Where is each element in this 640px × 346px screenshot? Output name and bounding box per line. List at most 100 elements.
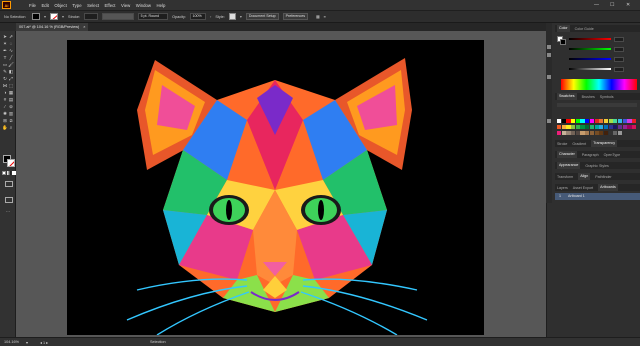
color-swatch[interactable] xyxy=(617,130,623,136)
tab-pathfinder[interactable]: Pathfinder xyxy=(595,175,611,179)
color-swatch[interactable] xyxy=(603,124,609,130)
color-panel-icon[interactable] xyxy=(547,45,551,49)
color-slider-g[interactable] xyxy=(569,46,624,52)
artboard-list-row[interactable]: 1 Artboard 1 xyxy=(555,193,640,200)
tab-color[interactable]: Color xyxy=(557,25,570,32)
color-swatch[interactable] xyxy=(557,119,562,124)
menu-file[interactable]: File xyxy=(29,3,36,8)
tab-graphic-styles[interactable]: Graphic Styles xyxy=(585,164,608,168)
document-setup-button[interactable]: Document Setup xyxy=(245,13,279,20)
color-swatch[interactable] xyxy=(627,124,632,130)
gradient-tool-icon[interactable]: ▤ xyxy=(8,97,14,103)
zoom-chevron-down-icon[interactable]: ▾ xyxy=(26,340,28,345)
color-swatch[interactable] xyxy=(627,119,632,124)
color-swatch[interactable] xyxy=(571,124,576,130)
more-tools-icon[interactable]: ··· xyxy=(5,209,11,215)
screen-mode-icon[interactable] xyxy=(5,197,13,203)
close-window-button[interactable]: ✕ xyxy=(626,2,630,8)
menu-window[interactable]: Window xyxy=(136,3,151,8)
tab-stroke[interactable]: Stroke xyxy=(557,142,567,146)
color-swatch[interactable] xyxy=(617,119,623,124)
direct-selection-tool-icon[interactable]: ⇗ xyxy=(8,34,14,40)
document-tab[interactable]: 007.ai* @ 104.16 % (RGB/Preview) × xyxy=(16,23,89,31)
color-swatch[interactable] xyxy=(585,124,590,130)
color-swatch[interactable] xyxy=(557,124,562,130)
gradient-mode-icon[interactable] xyxy=(7,171,11,175)
brush-definition[interactable]: 5 pt. Round xyxy=(138,13,169,20)
color-swatch[interactable] xyxy=(622,119,627,124)
swatches-panel-icon[interactable] xyxy=(547,119,551,123)
paintbrush-icon[interactable]: 🖌 xyxy=(8,62,14,68)
color-swatch[interactable] xyxy=(608,119,613,124)
lasso-icon[interactable]: ◌ xyxy=(8,41,14,47)
preferences-button[interactable]: Preferences xyxy=(282,13,309,20)
color-swatch[interactable] xyxy=(571,130,576,136)
tab-opentype[interactable]: OpenType xyxy=(604,153,621,157)
chevron-down-icon[interactable]: ▾ xyxy=(62,14,64,19)
tab-transparency[interactable]: Transparency xyxy=(591,140,618,147)
color-swatch[interactable] xyxy=(566,124,571,130)
color-slider-k[interactable] xyxy=(569,66,624,72)
artboard[interactable] xyxy=(67,40,484,336)
tab-artboards[interactable]: Artboards xyxy=(598,184,618,191)
menu-view[interactable]: View xyxy=(121,3,130,8)
line-tool-icon[interactable]: ╱ xyxy=(8,55,14,61)
color-swatch[interactable] xyxy=(589,124,594,130)
color-swatch[interactable] xyxy=(561,130,566,136)
tab-gradient[interactable]: Gradient xyxy=(572,142,586,146)
draw-mode-icon[interactable] xyxy=(5,181,13,187)
menu-type[interactable]: Type xyxy=(72,3,81,8)
color-swatch[interactable] xyxy=(585,130,590,136)
zoom-tool-icon[interactable]: ⌕ xyxy=(8,125,14,131)
color-swatch[interactable] xyxy=(594,130,599,136)
eraser-icon[interactable]: ◧ xyxy=(8,69,14,75)
tab-layers[interactable]: Layers xyxy=(557,186,568,190)
tab-paragraph[interactable]: Paragraph xyxy=(582,153,599,157)
color-swatch[interactable] xyxy=(575,130,580,136)
stroke-swatch[interactable] xyxy=(50,13,59,20)
tab-color-guide[interactable]: Color Guide xyxy=(575,27,594,31)
stroke-weight-field[interactable] xyxy=(84,13,99,20)
column-graph-icon[interactable]: ▥ xyxy=(8,111,14,117)
menu-select[interactable]: Select xyxy=(87,3,99,8)
color-swatch[interactable] xyxy=(580,124,585,130)
zoom-level[interactable]: 104.16% xyxy=(4,340,19,344)
minimize-button[interactable]: — xyxy=(594,2,599,8)
color-slider-b[interactable] xyxy=(569,56,624,62)
curvature-tool-icon[interactable]: ∿ xyxy=(8,48,14,54)
color-swatch[interactable] xyxy=(599,124,604,130)
perspective-grid-icon[interactable]: ▦ xyxy=(8,90,14,96)
swatch-grid[interactable] xyxy=(557,119,637,137)
scale-tool-icon[interactable]: ⤢ xyxy=(8,76,14,82)
tab-swatches[interactable]: Swatches xyxy=(557,93,577,100)
tab-character[interactable]: Character xyxy=(557,151,577,158)
tab-transform[interactable]: Transform xyxy=(557,175,573,179)
chevron-right-icon[interactable]: › xyxy=(210,14,211,19)
color-swatch[interactable] xyxy=(575,119,580,124)
tab-appearance[interactable]: Appearance xyxy=(557,162,581,169)
color-swatch[interactable] xyxy=(589,119,594,124)
color-swatch[interactable] xyxy=(585,119,590,124)
menu-object[interactable]: Object xyxy=(54,3,66,8)
artboard-nav-icon[interactable]: ◂ 1 ▸ xyxy=(40,340,48,345)
color-slider-r[interactable] xyxy=(569,36,624,42)
menu-edit[interactable]: Edit xyxy=(41,3,48,8)
color-swatch[interactable] xyxy=(599,130,604,136)
tab-align[interactable]: Align xyxy=(578,173,591,180)
color-swatch[interactable] xyxy=(594,119,599,124)
color-mode-icon[interactable] xyxy=(2,171,6,175)
maximize-button[interactable]: ☐ xyxy=(610,2,614,8)
variable-width-profile[interactable] xyxy=(102,13,135,20)
color-swatch[interactable] xyxy=(561,124,566,130)
color-swatch[interactable] xyxy=(632,124,637,130)
brushes-panel-icon[interactable] xyxy=(547,75,551,79)
tab-brushes[interactable]: Brushes xyxy=(582,95,595,99)
blend-tool-icon[interactable]: ⊚ xyxy=(8,104,14,110)
tab-symbols[interactable]: Symbols xyxy=(600,95,614,99)
graphic-style-swatch[interactable] xyxy=(228,13,236,20)
color-swatch[interactable] xyxy=(608,124,613,130)
fill-swatch[interactable] xyxy=(32,13,40,20)
slice-tool-icon[interactable]: ⧄ xyxy=(8,118,14,124)
menu-effect[interactable]: Effect xyxy=(105,3,116,8)
color-swatch[interactable] xyxy=(580,119,585,124)
